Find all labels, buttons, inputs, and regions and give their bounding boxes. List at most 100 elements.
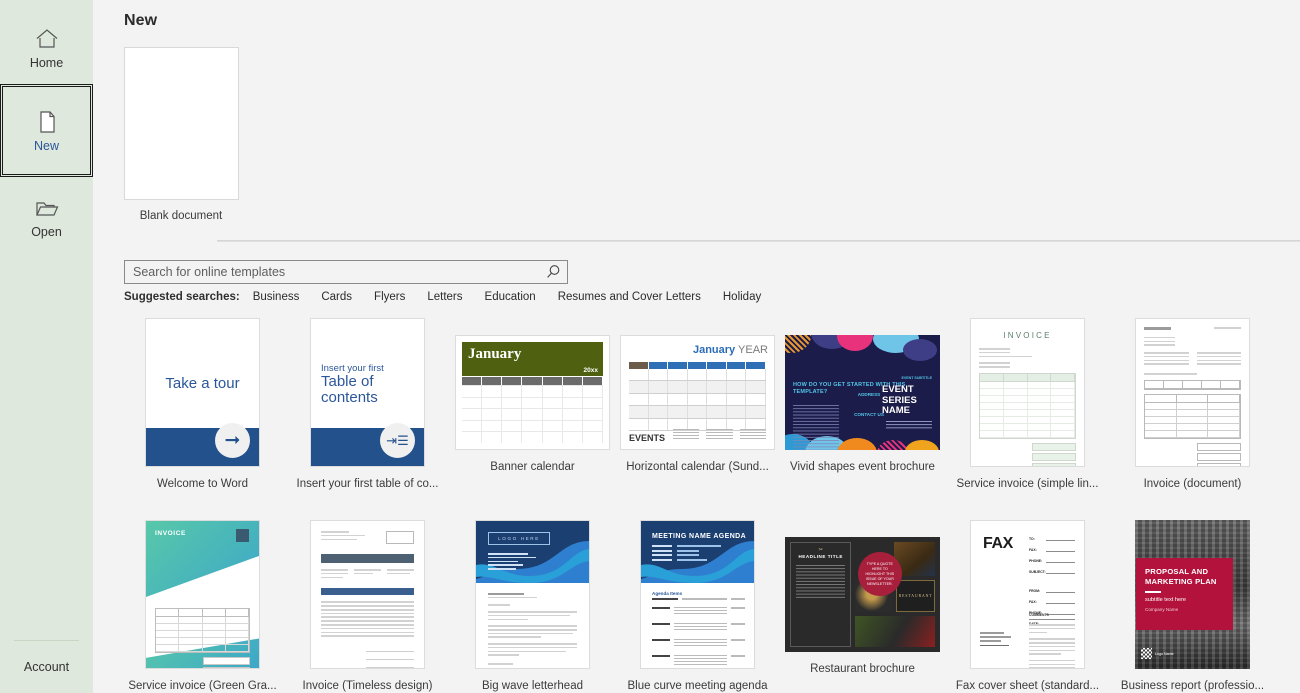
template-thumbnail[interactable]: INVOICE <box>145 520 260 669</box>
sidebar-item-new-label: New <box>33 138 59 153</box>
suggested-search-cards[interactable]: Cards <box>321 291 352 303</box>
invoice-table <box>1144 379 1241 390</box>
fax-field-label: PHONE: <box>1029 559 1043 563</box>
suggested-search-resumes[interactable]: Resumes and Cover Letters <box>558 291 701 303</box>
food-photo <box>855 615 935 648</box>
template-thumbnail[interactable]: INVOICE <box>970 318 1085 467</box>
template-card-big-wave-letterhead[interactable]: LOGO HERE Big wave letterhead <box>450 520 615 692</box>
report-company: Company Name <box>1145 607 1179 612</box>
calendar-grid <box>629 369 767 432</box>
report-logo: Logo Name <box>1141 648 1174 659</box>
blank-document-label: Blank document <box>139 210 223 222</box>
suggested-search-letters[interactable]: Letters <box>427 291 462 303</box>
sidebar-item-open-label: Open <box>31 225 62 239</box>
template-card-fax-cover-sheet[interactable]: FAX TO: FAX: PHONE: SUBJECT: FROM: FAX: … <box>945 520 1110 692</box>
brochure-canvas: HOW DO YOU GET STARTED WITH THIS TEMPLAT… <box>785 335 940 450</box>
template-caption: Insert your first table of co... <box>296 478 439 490</box>
template-caption: Blue curve meeting agenda <box>627 680 768 692</box>
search-input[interactable] <box>133 265 545 279</box>
sidebar-item-home[interactable]: Home <box>0 12 93 84</box>
letter-body <box>488 593 577 668</box>
template-card-service-invoice-green-gradient[interactable]: INVOICE Service invoice (Green Gra... <box>120 520 285 692</box>
template-caption: Service invoice (Green Gra... <box>128 680 277 692</box>
fax-comments-label: COMMENTS <box>1029 613 1049 617</box>
sidebar-item-account-label: Account <box>23 660 70 674</box>
folder-icon <box>34 195 60 221</box>
report-logo-label: Logo Name <box>1155 651 1174 656</box>
decorative-blob <box>837 438 877 450</box>
template-card-banner-calendar[interactable]: January 20xx Banner calendar <box>450 318 615 490</box>
invoice-title: INVOICE <box>155 530 186 537</box>
template-thumbnail[interactable] <box>310 520 425 669</box>
fax-field-label: FAX: <box>1029 548 1037 552</box>
template-row-1: Take a tour ➞ Welcome to Word Insert you… <box>120 318 1300 490</box>
restaurant-logo-label: RESTAURANT <box>898 594 933 599</box>
invoice-table <box>979 372 1076 439</box>
template-card-restaurant-brochure[interactable]: ✂ HEADLINE TITLE TYPE A QUOTE HERE TO HI <box>780 520 945 692</box>
search-icon[interactable] <box>545 264 561 280</box>
suggested-search-flyers[interactable]: Flyers <box>374 291 405 303</box>
search-box[interactable] <box>124 260 568 284</box>
template-caption: Banner calendar <box>490 461 575 473</box>
logo-mark-icon <box>1141 648 1152 659</box>
suggested-search-business[interactable]: Business <box>253 291 300 303</box>
template-thumbnail[interactable]: LOGO HERE <box>475 520 590 669</box>
brochure-quote-text: TYPE A QUOTE HERE TO HIGHLIGHT THIS ISSU… <box>865 561 895 586</box>
template-thumbnail[interactable]: January YEAR EVENTS <box>620 335 775 450</box>
template-caption: Service invoice (simple lin... <box>956 478 1099 490</box>
report-title-panel: PROPOSAL AND MARKETING PLAN subtitle tex… <box>1136 558 1233 630</box>
brochure-address-label: ADDRESS <box>857 392 881 397</box>
report-title: PROPOSAL AND MARKETING PLAN <box>1145 567 1217 586</box>
template-card-service-invoice-simple[interactable]: INVOICE Service invoice (simple lin... <box>945 318 1110 490</box>
sidebar-item-new[interactable]: New <box>0 84 93 177</box>
calendar-day-header <box>629 362 767 369</box>
invoice-document <box>311 521 424 668</box>
page-icon <box>34 109 60 135</box>
template-thumbnail[interactable]: Insert your first Table of contents ⇥☰ <box>310 318 425 467</box>
template-card-insert-table-of-contents[interactable]: Insert your first Table of contents ⇥☰ I… <box>285 318 450 490</box>
suggested-search-holiday[interactable]: Holiday <box>723 291 761 303</box>
brochure-body-lines <box>793 405 839 450</box>
brochure-title: EVENT SERIES NAME <box>882 384 917 416</box>
logo-placeholder <box>236 529 249 542</box>
calendar-banner: January 20xx <box>462 342 603 376</box>
sidebar-item-open[interactable]: Open <box>0 181 93 253</box>
blank-document-card[interactable]: Blank document <box>124 47 261 222</box>
template-caption: Business report (professio... <box>1120 680 1265 692</box>
blank-document-thumbnail[interactable] <box>124 47 239 200</box>
suggested-search-education[interactable]: Education <box>485 291 536 303</box>
template-thumbnail[interactable]: PROPOSAL AND MARKETING PLAN subtitle tex… <box>1135 520 1250 669</box>
template-caption: Fax cover sheet (standard... <box>955 680 1100 692</box>
template-grid: Take a tour ➞ Welcome to Word Insert you… <box>120 318 1300 692</box>
template-thumbnail[interactable]: HOW DO YOU GET STARTED WITH THIS TEMPLAT… <box>785 335 940 450</box>
sidebar-item-account[interactable]: Account <box>14 640 79 693</box>
agenda-title: MEETING NAME AGENDA <box>652 533 747 540</box>
template-card-invoice-timeless[interactable]: Invoice (Timeless design) <box>285 520 450 692</box>
fax-field-label: TO: <box>1029 537 1035 541</box>
template-caption: Horizontal calendar (Sund... <box>626 461 769 473</box>
report-subtitle: subtitle text here <box>1145 597 1187 603</box>
template-card-blue-curve-agenda[interactable]: MEETING NAME AGENDA Agenda Items Blue cu… <box>615 520 780 692</box>
template-thumbnail[interactable]: Take a tour ➞ <box>145 318 260 467</box>
template-thumbnail[interactable]: MEETING NAME AGENDA Agenda Items <box>640 520 755 669</box>
brochure-left-panel: ✂ HEADLINE TITLE <box>790 542 852 647</box>
template-thumbnail[interactable]: ✂ HEADLINE TITLE TYPE A QUOTE HERE TO HI <box>785 537 940 652</box>
fax-field-label: SUBJECT: <box>1029 570 1046 574</box>
template-caption: Vivid shapes event brochure <box>790 461 935 473</box>
template-card-vivid-shapes-brochure[interactable]: HOW DO YOU GET STARTED WITH THIS TEMPLAT… <box>780 318 945 490</box>
decorative-blob <box>877 440 909 450</box>
fax-field-label: FAX: <box>1029 600 1037 604</box>
template-card-welcome-to-word[interactable]: Take a tour ➞ Welcome to Word <box>120 318 285 490</box>
insert-toc-icon: ⇥☰ <box>380 423 415 458</box>
decorative-blob <box>903 339 937 361</box>
suggested-searches-label: Suggested searches: <box>124 291 240 303</box>
invoice-title: INVOICE <box>1003 331 1052 340</box>
letterhead-address <box>488 553 538 572</box>
template-thumbnail[interactable]: January 20xx <box>455 335 610 450</box>
template-thumbnail[interactable]: FAX TO: FAX: PHONE: SUBJECT: FROM: FAX: … <box>970 520 1085 669</box>
template-thumbnail[interactable] <box>1135 318 1250 467</box>
calendar-month-label: January <box>468 346 522 362</box>
template-card-horizontal-calendar[interactable]: January YEAR EVENTS Horizontal calendar … <box>615 318 780 490</box>
template-card-invoice-document[interactable]: Invoice (document) <box>1110 318 1275 490</box>
template-card-business-report[interactable]: PROPOSAL AND MARKETING PLAN subtitle tex… <box>1110 520 1275 692</box>
